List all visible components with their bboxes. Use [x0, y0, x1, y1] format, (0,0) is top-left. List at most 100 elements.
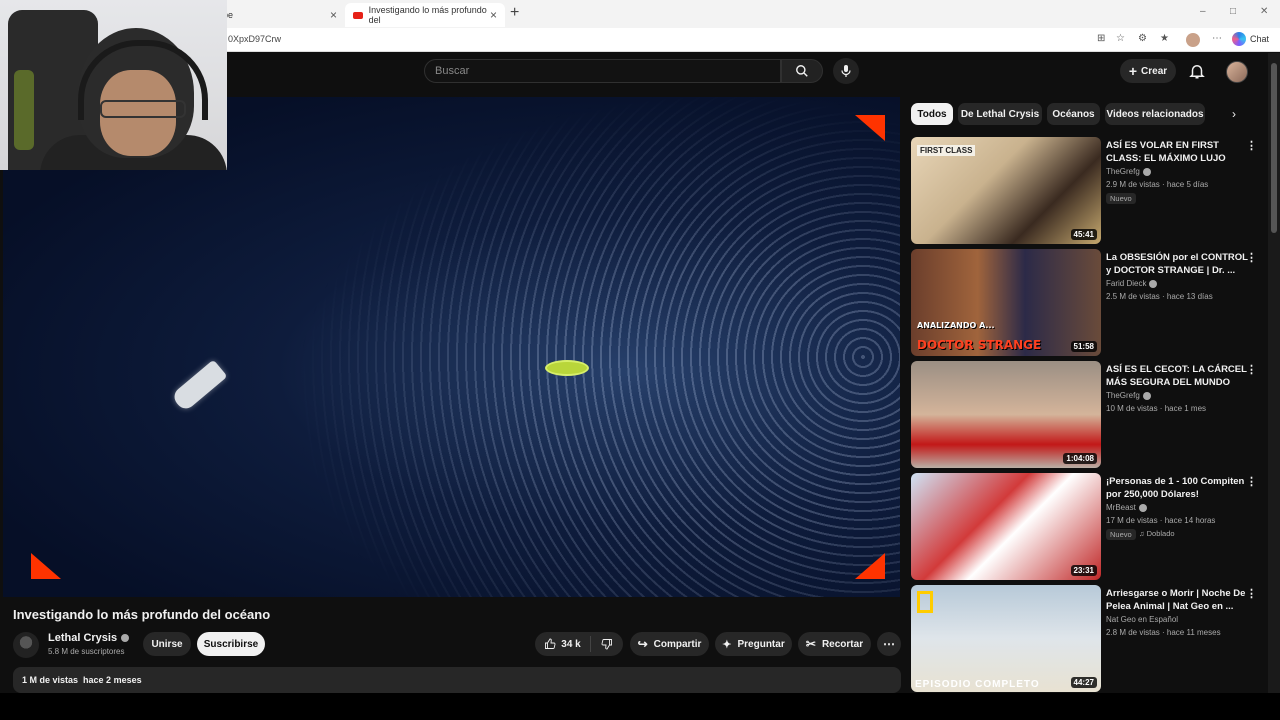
- verified-icon: [1142, 167, 1151, 176]
- channel-label: MrBeast: [1106, 503, 1136, 512]
- more-vertical-icon[interactable]: ⋮: [1246, 363, 1257, 376]
- video-title: La OBSESIÓN por el CONTROL y DOCTOR STRA…: [1106, 252, 1248, 276]
- profile-avatar[interactable]: [1186, 33, 1200, 47]
- video-duration: 44:27: [1070, 677, 1097, 688]
- page-scrollbar[interactable]: [1268, 53, 1280, 693]
- favorite-star-icon[interactable]: ☆: [1116, 33, 1125, 44]
- related-video[interactable]: 1:04:08 ASÍ ES EL CECOT: LA CÁRCEL MÁS S…: [911, 361, 1261, 469]
- copilot-chat-button[interactable]: Chat: [1232, 32, 1269, 46]
- more-vertical-icon[interactable]: ⋮: [1246, 251, 1257, 264]
- copilot-icon: [1232, 32, 1246, 46]
- related-video[interactable]: FIRST CLASS 45:41 ASÍ ES VOLAR EN FIRST …: [911, 137, 1261, 245]
- chip-oceans[interactable]: Océanos: [1047, 103, 1100, 125]
- share-button[interactable]: ↪ Compartir: [630, 632, 709, 656]
- video-meta: 17 M de vistas · hace 14 horas: [1106, 516, 1216, 525]
- video-title: ¡Personas de 1 - 100 Compiten por 250,00…: [1106, 476, 1245, 500]
- youtube-favicon-icon: [353, 11, 363, 19]
- chip-related[interactable]: Videos relacionados: [1105, 103, 1205, 125]
- search-input[interactable]: [425, 60, 780, 82]
- channel-label: Nat Geo en Español: [1106, 615, 1179, 624]
- browser-tab-youtube[interactable]: ube ×: [210, 3, 345, 27]
- close-tab-icon[interactable]: ×: [490, 8, 497, 22]
- ask-label: Preguntar: [737, 638, 785, 650]
- related-video[interactable]: ANALIZANDO A... DOCTOR STRANGE 51:58 La …: [911, 249, 1261, 357]
- channel-name[interactable]: MrBeast: [1106, 503, 1147, 512]
- channel-name[interactable]: Lethal Crysis: [48, 632, 130, 644]
- channel-name[interactable]: TheGrefg: [1106, 391, 1151, 400]
- video-thumbnail[interactable]: ANALIZANDO A... DOCTOR STRANGE 51:58: [911, 249, 1101, 356]
- video-thumbnail[interactable]: EPISODIO COMPLETO 44:27: [911, 585, 1101, 692]
- screen: ube × Investigando lo más profundo del ×…: [0, 0, 1280, 720]
- subscribe-label: Suscribirse: [203, 638, 259, 650]
- search-box: [424, 59, 781, 83]
- corner-marker-bottom-left: [31, 553, 61, 579]
- menu-dots-icon[interactable]: ⋯: [1212, 33, 1222, 44]
- scissors-icon: ✂: [805, 637, 816, 651]
- join-button[interactable]: Unirse: [143, 632, 191, 656]
- chip-label: De Lethal Crysis: [960, 108, 1040, 120]
- channel-name[interactable]: Nat Geo en Español: [1106, 615, 1178, 624]
- close-tab-icon[interactable]: ×: [330, 8, 337, 22]
- favorites-icon[interactable]: ★: [1160, 33, 1169, 44]
- chip-channel[interactable]: De Lethal Crysis: [958, 103, 1042, 125]
- video-thumbnail[interactable]: FIRST CLASS 45:41: [911, 137, 1101, 244]
- related-video[interactable]: EPISODIO COMPLETO 44:27 Arriesgarse o Mo…: [911, 585, 1261, 693]
- close-window-icon[interactable]: ✕: [1260, 6, 1268, 17]
- new-badge: Nuevo: [1106, 529, 1136, 540]
- more-vertical-icon[interactable]: ⋮: [1246, 475, 1257, 488]
- channel-label: TheGrefg: [1106, 167, 1140, 176]
- voice-search-button[interactable]: [833, 58, 859, 84]
- notifications-bell-icon[interactable]: [1188, 62, 1206, 85]
- new-tab-icon[interactable]: +: [510, 4, 519, 22]
- upload-age: hace 2 meses: [83, 675, 142, 685]
- chip-label: Océanos: [1052, 108, 1095, 120]
- plus-icon: +: [1128, 63, 1138, 79]
- search-button[interactable]: [781, 59, 823, 83]
- dubbed-badge: ♫ Doblado: [1139, 529, 1175, 538]
- thumbnail-caption: EPISODIO COMPLETO: [915, 679, 1040, 690]
- chip-all[interactable]: Todos: [911, 103, 953, 125]
- subscribe-button[interactable]: Suscribirse: [197, 632, 265, 656]
- dubbed-icon: ♫: [1139, 529, 1145, 538]
- chip-label: Videos relacionados: [1106, 108, 1204, 120]
- create-button[interactable]: + Crear: [1120, 59, 1176, 83]
- related-video[interactable]: 23:31 ¡Personas de 1 - 100 Compiten por …: [911, 473, 1261, 581]
- description-box[interactable]: 1 M de vistas hace 2 meses: [13, 667, 901, 693]
- video-player[interactable]: [3, 97, 900, 597]
- create-label: Crear: [1141, 65, 1168, 77]
- channel-avatar[interactable]: [13, 632, 39, 658]
- letterbox-bottom: [0, 693, 1280, 720]
- extensions-icon[interactable]: ⚙: [1138, 33, 1147, 44]
- verified-icon: [1142, 391, 1151, 400]
- browser-tab-active[interactable]: Investigando lo más profundo del ×: [345, 3, 505, 27]
- channel-name[interactable]: Farid Dieck: [1106, 279, 1158, 288]
- boat: [170, 359, 228, 413]
- chevron-right-icon[interactable]: ›: [1232, 107, 1236, 121]
- minimize-icon[interactable]: –: [1200, 6, 1206, 17]
- thumbnail-caption: DOCTOR STRANGE: [917, 338, 1042, 352]
- dislike-button[interactable]: [591, 638, 623, 650]
- url-text[interactable]: 0XpxD97Crw: [228, 34, 281, 44]
- video-duration: 45:41: [1070, 229, 1097, 240]
- video-meta: 2.8 M de vistas · hace 11 meses: [1106, 628, 1221, 637]
- ask-button[interactable]: ✦ Preguntar: [715, 632, 792, 656]
- more-vertical-icon[interactable]: ⋮: [1246, 139, 1257, 152]
- verified-icon: [1149, 279, 1158, 288]
- like-button[interactable]: 34 k: [535, 636, 591, 652]
- video-thumbnail[interactable]: 23:31: [911, 473, 1101, 580]
- video-thumbnail[interactable]: 1:04:08: [911, 361, 1101, 468]
- user-avatar[interactable]: [1226, 61, 1248, 83]
- restore-icon[interactable]: □: [1230, 6, 1236, 17]
- app-available-icon[interactable]: ⊞: [1097, 33, 1105, 44]
- scrollbar-thumb[interactable]: [1271, 63, 1277, 233]
- corner-marker-top-right: [855, 115, 885, 141]
- more-actions-button[interactable]: ⋯: [877, 632, 901, 656]
- thumbnail-caption: ANALIZANDO A...: [917, 321, 995, 330]
- clip-button[interactable]: ✂ Recortar: [798, 632, 871, 656]
- more-vertical-icon[interactable]: ⋮: [1246, 587, 1257, 600]
- glasses: [100, 100, 186, 118]
- like-dislike-group: 34 k: [535, 632, 623, 656]
- chip-label: Todos: [917, 108, 947, 120]
- microphone-icon: [841, 65, 851, 77]
- channel-name[interactable]: TheGrefg: [1106, 167, 1151, 176]
